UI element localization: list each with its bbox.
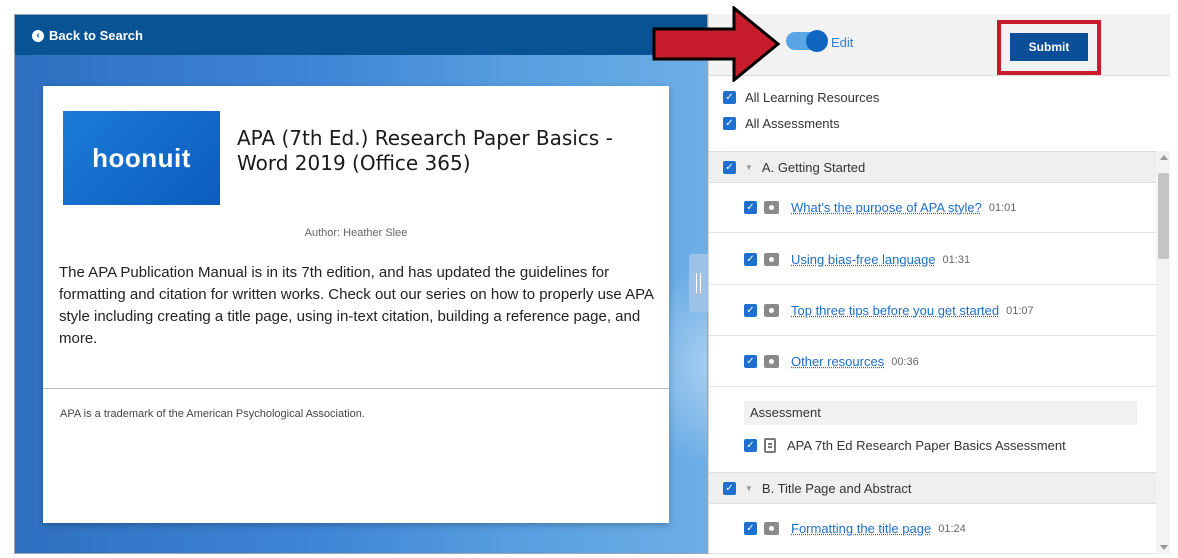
- checkbox-checked-icon[interactable]: ✓: [744, 201, 757, 214]
- red-arrow-annotation: [652, 6, 781, 82]
- section-header-b[interactable]: ✓ ▼ B. Title Page and Abstract: [709, 472, 1156, 504]
- course-title: APA (7th Ed.) Research Paper Basics - Wo…: [237, 126, 613, 175]
- filter-all-learning-resources[interactable]: ✓ All Learning Resources: [723, 88, 879, 106]
- list-item: ✓ What's the purpose of APA style? 01:01: [709, 183, 1156, 233]
- checkbox-checked-icon[interactable]: ✓: [744, 304, 757, 317]
- checkbox-checked-icon[interactable]: ✓: [744, 253, 757, 266]
- checkbox-checked-icon[interactable]: ✓: [723, 90, 736, 104]
- top-bar: ‹ Back to Search: [15, 15, 707, 55]
- assessment-title[interactable]: APA 7th Ed Research Paper Basics Assessm…: [787, 438, 1066, 453]
- logo-text: hoonuit: [92, 142, 191, 173]
- panel-resize-handle[interactable]: [689, 254, 708, 312]
- checkbox-checked-icon[interactable]: ✓: [723, 160, 736, 174]
- list-scrollbar[interactable]: [1156, 151, 1170, 554]
- checkbox-checked-icon[interactable]: ✓: [744, 522, 757, 535]
- assessment-heading: Assessment: [744, 401, 1137, 425]
- list-item: ✓ Using bias-free language 01:31: [709, 235, 1156, 285]
- camera-icon: [764, 522, 779, 535]
- lesson-duration: 01:07: [1006, 304, 1034, 317]
- lesson-duration: 01:31: [942, 253, 971, 266]
- camera-icon: [764, 201, 779, 214]
- course-author: Author: Heather Slee: [304, 227, 408, 239]
- toggle-knob: [806, 30, 828, 52]
- back-arrow-circle-icon: ‹: [32, 29, 44, 42]
- lesson-link[interactable]: Using bias-free language: [791, 252, 936, 267]
- filter-all-assessments[interactable]: ✓ All Assessments: [723, 114, 840, 132]
- lesson-duration: 00:36: [891, 355, 919, 368]
- section-header-a[interactable]: ✓ ▼ A. Getting Started: [709, 151, 1156, 183]
- filter-label: All Learning Resources: [745, 89, 880, 105]
- list-item: ✓ Formatting the title page 01:24: [709, 504, 1156, 554]
- back-link-label: Back to Search: [49, 28, 143, 43]
- course-details-panel: ‹ Back to Search hoonuit APA (7th Ed.) R…: [14, 14, 708, 554]
- assessment-doc-icon: [764, 437, 776, 453]
- camera-icon: [764, 304, 779, 317]
- scroll-thumb[interactable]: [1158, 173, 1169, 259]
- lesson-duration: 01:24: [938, 522, 966, 535]
- curriculum-panel: Edit Submit ✓ All Learning Resources ✓ A…: [708, 14, 1170, 554]
- section-title: A. Getting Started: [761, 159, 866, 175]
- scroll-up-icon[interactable]: [1160, 155, 1168, 160]
- submit-highlight-box: Submit: [997, 20, 1101, 75]
- camera-icon: [764, 355, 779, 368]
- lesson-link[interactable]: Top three tips before you get started: [791, 303, 999, 318]
- filter-label: All Assessments: [745, 115, 840, 131]
- list-item: ✓ Other resources 00:36: [709, 337, 1156, 387]
- course-description: The APA Publication Manual is in its 7th…: [59, 264, 654, 347]
- checkbox-checked-icon[interactable]: ✓: [723, 116, 736, 130]
- lesson-duration: 01:01: [988, 201, 1017, 214]
- checkbox-checked-icon[interactable]: ✓: [744, 438, 757, 452]
- lesson-link[interactable]: Formatting the title page: [791, 521, 931, 536]
- lesson-link[interactable]: What's the purpose of APA style?: [791, 200, 982, 215]
- edit-label: Edit: [831, 35, 854, 50]
- lesson-link[interactable]: Other resources: [791, 354, 884, 369]
- hoonuit-logo: hoonuit: [63, 111, 220, 205]
- section-title: B. Title Page and Abstract: [761, 480, 912, 496]
- assessment-item: ✓ APA 7th Ed Research Paper Basics Asses…: [744, 434, 1066, 456]
- lesson-list: ✓ ▼ A. Getting Started ✓ What's the purp…: [709, 151, 1156, 554]
- scroll-down-icon[interactable]: [1160, 545, 1168, 550]
- camera-icon: [764, 253, 779, 266]
- grip-icon: [696, 273, 701, 293]
- caret-down-icon[interactable]: ▼: [745, 163, 753, 172]
- trademark-note: APA is a trademark of the American Psych…: [60, 408, 365, 420]
- checkbox-checked-icon[interactable]: ✓: [723, 481, 736, 495]
- checkbox-checked-icon[interactable]: ✓: [744, 355, 757, 368]
- caret-down-icon[interactable]: ▼: [745, 484, 753, 493]
- edit-toggle[interactable]: [786, 30, 828, 52]
- list-item: ✓ Top three tips before you get started …: [709, 286, 1156, 336]
- submit-button[interactable]: Submit: [1010, 33, 1088, 61]
- card-divider: [43, 388, 669, 389]
- course-card: hoonuit APA (7th Ed.) Research Paper Bas…: [43, 86, 669, 523]
- back-to-search-link[interactable]: ‹ Back to Search: [32, 28, 143, 43]
